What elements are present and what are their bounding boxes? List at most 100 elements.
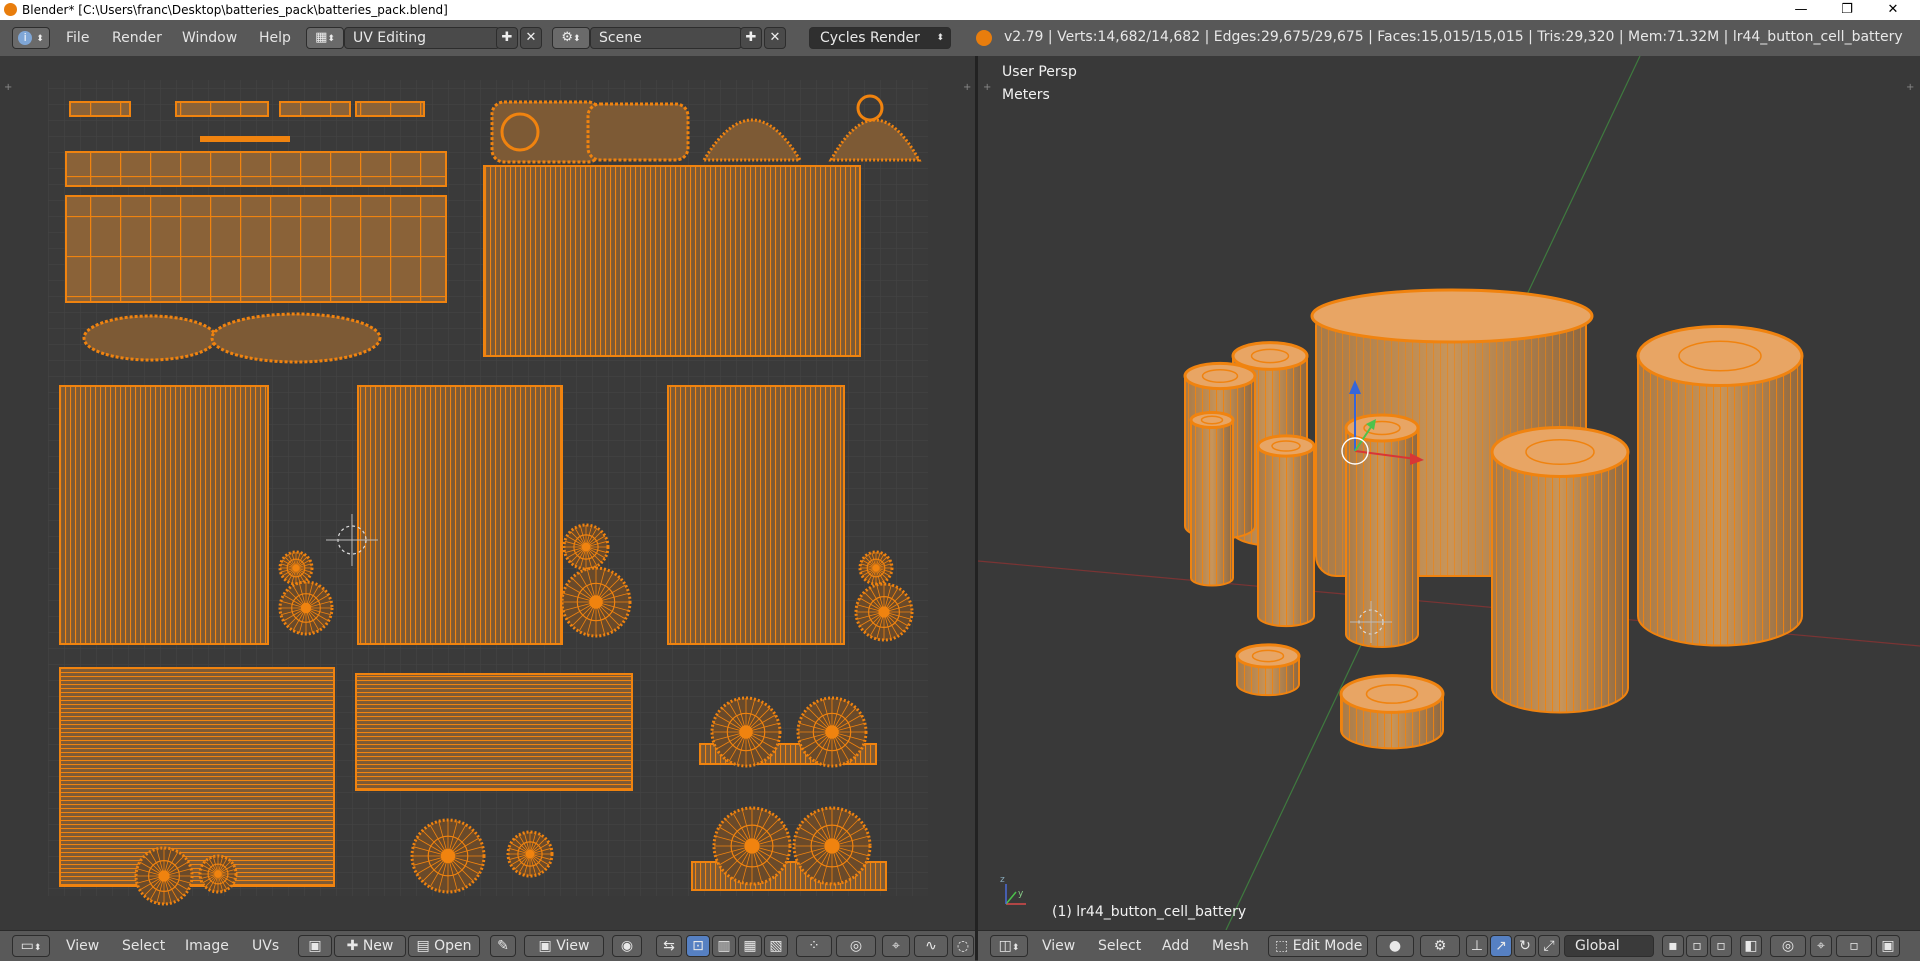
proportional-edit-icon[interactable]: ◎ (836, 935, 876, 957)
scene-browse[interactable]: ⚙⬍ (552, 27, 590, 49)
snap-icon[interactable]: ⌖ (882, 935, 910, 957)
region-toggle-icon[interactable]: + (4, 82, 12, 93)
menu-file[interactable]: File (66, 30, 89, 46)
aaa-battery-mesh[interactable] (1256, 434, 1316, 628)
menu-render[interactable]: Render (112, 30, 162, 46)
uv-island[interactable] (667, 385, 845, 645)
uv-island[interactable] (355, 101, 425, 117)
manipulator-toggle-icon[interactable]: ⊥ (1466, 935, 1488, 957)
sync-selection-icon[interactable]: ⇆ (656, 935, 682, 957)
uv-island[interactable] (65, 151, 447, 187)
menu-uvs[interactable]: UVs (252, 938, 279, 954)
uv-disk-island[interactable] (712, 806, 792, 886)
region-toggle-icon[interactable]: + (983, 82, 991, 93)
snap-icon[interactable]: ⌖ (1810, 935, 1832, 957)
screen-layout-field[interactable]: UV Editing (344, 27, 500, 49)
uv-island[interactable] (175, 101, 269, 117)
editor-type-selector[interactable]: ◫⬍ (990, 935, 1028, 957)
menu-image[interactable]: Image (185, 938, 229, 954)
snap-element-icon[interactable]: ▫ (1836, 935, 1872, 957)
uv-disk-island[interactable] (792, 806, 872, 886)
menu-select[interactable]: Select (122, 938, 165, 954)
viewport-canvas[interactable]: z y + + (978, 56, 1920, 930)
uv-disk-island[interactable] (560, 566, 632, 638)
occlude-geometry-icon[interactable]: ◧ (1740, 935, 1762, 957)
edge-select-icon[interactable]: ▥ (712, 935, 736, 957)
island-select-icon[interactable]: ▧ (764, 935, 788, 957)
d-cell-battery-mesh[interactable] (1636, 324, 1804, 647)
open-image-button[interactable]: ▤ Open (408, 935, 480, 957)
uv-disk-island[interactable] (506, 830, 554, 878)
view-mode-dropdown[interactable]: ▣ View (524, 935, 604, 957)
pivot-icon[interactable]: ◉ (612, 935, 642, 957)
menu-help[interactable]: Help (259, 30, 291, 46)
sticky-select-icon[interactable]: ⁘ (796, 935, 832, 957)
uv-island[interactable] (357, 385, 563, 645)
menu-select[interactable]: Select (1098, 938, 1141, 954)
c-cell-battery-mesh[interactable] (1490, 426, 1630, 714)
render-preview-icon[interactable]: ▣ (1876, 935, 1900, 957)
uv-island[interactable] (586, 102, 690, 162)
lr44-button-cell-mesh[interactable] (1339, 674, 1445, 750)
vertex-select-icon[interactable]: ▫ (1686, 935, 1708, 957)
editor-type-selector[interactable]: ▭⬍ (12, 935, 50, 957)
transform-orientation-dropdown[interactable]: Global (1564, 935, 1654, 957)
uv-disk-island[interactable] (198, 854, 238, 894)
image-browse-button[interactable]: ▣ (298, 935, 332, 957)
screen-layout-browse[interactable]: ▦⬍ (306, 27, 344, 49)
uv-image-editor[interactable]: + + (0, 56, 975, 930)
uv-disk-island[interactable] (278, 550, 314, 586)
vertex-select-icon[interactable]: ⊡ (686, 935, 710, 957)
uv-island[interactable] (483, 165, 861, 357)
new-image-button[interactable]: ✚ New (334, 935, 406, 957)
pin-icon[interactable]: ✎ (490, 935, 516, 957)
viewport-shading-icon[interactable]: ● (1376, 935, 1414, 957)
translate-manipulator-icon[interactable]: ↗ (1490, 935, 1512, 957)
uv-island[interactable] (59, 385, 269, 645)
menu-mesh[interactable]: Mesh (1212, 938, 1249, 954)
add-screen-button[interactable]: ✚ (496, 27, 518, 49)
region-toggle-icon[interactable]: + (963, 82, 971, 93)
3d-viewport[interactable]: z y + + User Persp Meters (1) lr44_butto… (978, 56, 1920, 930)
uv-island[interactable] (65, 195, 447, 303)
restore-button[interactable]: ❐ (1824, 0, 1870, 20)
add-scene-button[interactable]: ✚ (740, 27, 762, 49)
minimize-button[interactable]: — (1778, 0, 1824, 20)
menu-view[interactable]: View (66, 938, 99, 954)
editor-type-selector[interactable]: i ⬍ (12, 27, 50, 49)
uv-island[interactable] (490, 100, 602, 164)
uv-island[interactable] (279, 101, 351, 117)
button-cell-mesh[interactable] (1235, 643, 1301, 697)
uv-disk-island[interactable] (278, 580, 334, 636)
uv-island[interactable] (82, 314, 218, 362)
uv-island[interactable] (59, 667, 335, 887)
uv-disk-island[interactable] (858, 550, 894, 586)
uv-island[interactable] (355, 673, 633, 791)
layer-icon[interactable]: ▪ (1662, 935, 1684, 957)
edge-select-icon[interactable]: ▫ (1710, 935, 1732, 957)
menu-add[interactable]: Add (1162, 938, 1189, 954)
proportional-edit-icon[interactable]: ◎ (1770, 935, 1806, 957)
delete-screen-button[interactable]: ✕ (520, 27, 542, 49)
snap-element-icon[interactable]: ∿ (914, 935, 948, 957)
delete-scene-button[interactable]: ✕ (764, 27, 786, 49)
uv-disk-island[interactable] (410, 818, 486, 894)
close-button[interactable]: ✕ (1870, 0, 1916, 20)
aaa-battery-mesh[interactable] (1189, 410, 1235, 587)
mode-dropdown[interactable]: ⬚ Edit Mode (1268, 935, 1368, 957)
uv-disk-island[interactable] (562, 523, 610, 571)
menu-view[interactable]: View (1042, 938, 1075, 954)
menu-window[interactable]: Window (182, 30, 237, 46)
region-toggle-icon[interactable]: + (1906, 82, 1914, 93)
scene-field[interactable]: Scene (590, 27, 742, 49)
uv-canvas[interactable]: + + (0, 56, 975, 930)
uv-disk-island[interactable] (854, 582, 914, 642)
uv-island[interactable] (210, 312, 382, 364)
scale-manipulator-icon[interactable]: ⤢ (1538, 935, 1560, 957)
rotate-manipulator-icon[interactable]: ↻ (1514, 935, 1536, 957)
uv-disk-island[interactable] (134, 846, 194, 906)
uv-sculpt-icon[interactable]: ◌ (952, 935, 974, 957)
render-engine-dropdown[interactable]: Cycles Render ⬍ (809, 27, 951, 49)
pivot-point-icon[interactable]: ⚙ (1420, 935, 1460, 957)
uv-disk-island[interactable] (710, 696, 782, 768)
